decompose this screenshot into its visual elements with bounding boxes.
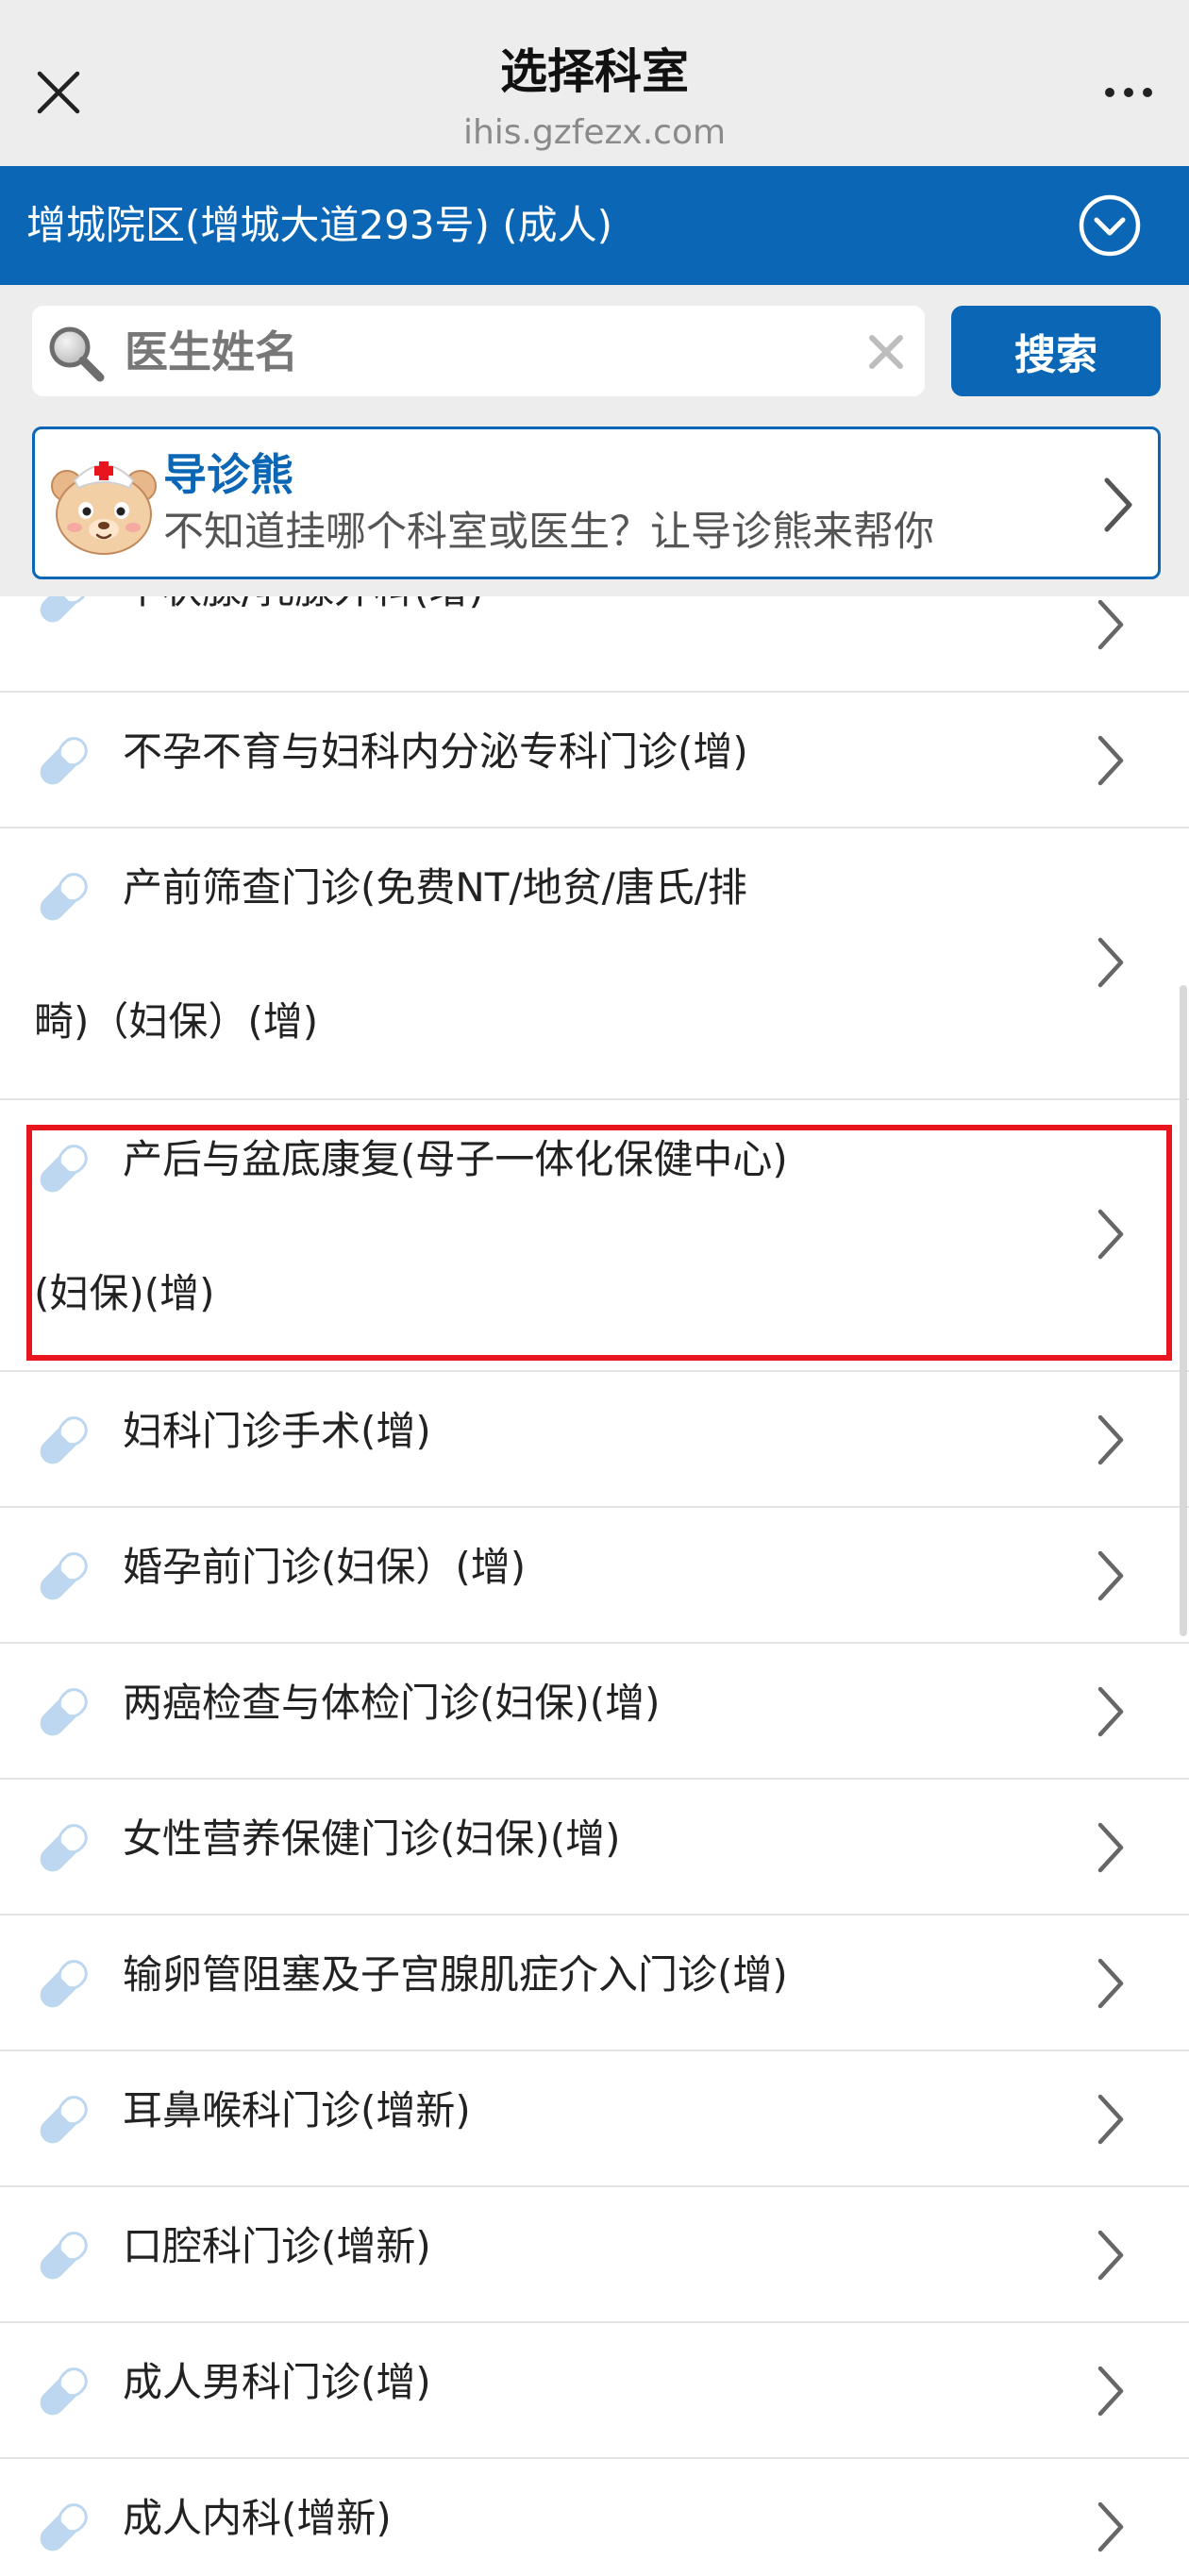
department-name: 产前筛查门诊(免费NT/地贫/唐氏/排 — [123, 864, 747, 911]
chevron-right-icon — [1104, 477, 1132, 532]
guide-title: 导诊熊 — [163, 449, 293, 500]
department-row[interactable]: 输卵管阻塞及子宫腺肌症介入门诊(增) — [0, 1915, 1189, 2051]
pill-icon — [40, 596, 88, 623]
chevron-right-icon — [1097, 2366, 1124, 2417]
department-row[interactable]: 女性营养保健门诊(妇保)(增) — [0, 1780, 1189, 1915]
chevron-right-icon — [1097, 599, 1124, 650]
chevron-down-circle-icon[interactable] — [1078, 193, 1142, 258]
chevron-right-icon — [1097, 1686, 1124, 1737]
department-name: 甲状腺/乳腺外科(增) — [123, 596, 484, 617]
chevron-right-icon — [1097, 735, 1124, 786]
department-name-continued: 畸)（妇保）(增) — [34, 998, 319, 1045]
chevron-right-icon — [1097, 1209, 1124, 1260]
pill-icon — [40, 1552, 88, 1600]
department-row[interactable]: 甲状腺/乳腺外科(增) — [0, 596, 1189, 693]
chevron-right-icon — [1097, 2501, 1124, 2552]
department-row[interactable]: 成人男科门诊(增) — [0, 2323, 1189, 2459]
department-name: 女性营养保健门诊(妇保)(增) — [123, 1815, 621, 1862]
department-name: 输卵管阻塞及子宫腺肌症介入门诊(增) — [123, 1951, 788, 1998]
pill-icon — [40, 873, 88, 921]
pill-icon — [40, 1688, 88, 1736]
search-icon — [49, 326, 105, 382]
department-name: 妇科门诊手术(增) — [123, 1408, 431, 1454]
pill-icon — [40, 2232, 88, 2280]
campus-name: 增城院区(增城大道293号) (成人) — [26, 202, 613, 248]
clear-icon[interactable] — [864, 330, 908, 374]
pill-icon — [40, 1416, 88, 1464]
pill-icon — [40, 1145, 88, 1193]
department-name: 成人男科门诊(增) — [123, 2359, 431, 2405]
guide-subtitle: 不知道挂哪个科室或医生？让导诊熊来帮你 — [163, 509, 934, 556]
department-name: 耳鼻喉科门诊(增新) — [123, 2087, 471, 2133]
pill-icon — [40, 2503, 88, 2551]
search-box — [32, 306, 925, 396]
more-icon — [1143, 88, 1152, 97]
department-row[interactable]: 两癌检查与体检门诊(妇保)(增) — [0, 1644, 1189, 1780]
department-row[interactable]: 妇科门诊手术(增) — [0, 1372, 1189, 1508]
department-name: 不孕不育与妇科内分泌专科门诊(增) — [123, 728, 748, 775]
scrollbar[interactable] — [1180, 985, 1187, 1636]
search-button[interactable]: 搜索 — [951, 306, 1161, 396]
chevron-right-icon — [1097, 1822, 1124, 1873]
chevron-right-icon — [1097, 1414, 1124, 1465]
department-name: 婚孕前门诊(妇保）(增) — [123, 1544, 527, 1590]
department-name: 成人内科(增新) — [123, 2495, 392, 2541]
page-url: ihis.gzfezx.com — [462, 113, 727, 152]
chevron-right-icon — [1097, 937, 1124, 988]
chevron-right-icon — [1097, 2230, 1124, 2281]
department-name: 产后与盆底康复(母子一体化保健中心) — [123, 1136, 788, 1182]
pill-icon — [40, 737, 88, 785]
chevron-right-icon — [1097, 1958, 1124, 2009]
department-list: 甲状腺/乳腺外科(增) 不孕不育与妇科内分泌专科门诊(增) 产前筛查门诊(免费NT/… — [0, 596, 1189, 2576]
department-row[interactable]: 不孕不育与妇科内分泌专科门诊(增) — [0, 693, 1189, 828]
department-row[interactable]: 耳鼻喉科门诊(增新) — [0, 2051, 1189, 2187]
department-name: 两癌检查与体检门诊(妇保)(增) — [123, 1680, 661, 1726]
top-navigation-bar: 选择科室 ihis.gzfezx.com — [0, 0, 1189, 166]
bear-mascot-icon — [51, 461, 157, 555]
pill-icon — [40, 1824, 88, 1872]
chevron-right-icon — [1097, 2094, 1124, 2145]
title-block: 选择科室 ihis.gzfezx.com — [0, 34, 1189, 157]
campus-selector[interactable]: 增城院区(增城大道293号) (成人) — [0, 166, 1189, 285]
chevron-right-icon — [1097, 1550, 1124, 1601]
pill-icon — [40, 2096, 88, 2144]
more-button[interactable] — [1089, 64, 1168, 121]
department-row[interactable]: 产后与盆底康复(母子一体化保健中心) (妇保)(增) — [0, 1100, 1189, 1372]
department-row[interactable]: 婚孕前门诊(妇保）(增) — [0, 1508, 1189, 1644]
department-row[interactable]: 口腔科门诊(增新) — [0, 2187, 1189, 2323]
search-area: 搜索 导诊熊 不知道挂哪个科室或医生？让导诊熊来帮你 — [0, 285, 1189, 596]
pill-icon — [40, 2367, 88, 2416]
department-row[interactable]: 产前筛查门诊(免费NT/地贫/唐氏/排畸)（妇保）(增) — [0, 828, 1189, 1100]
department-name-continued: (妇保)(增) — [34, 1270, 215, 1316]
page-title: 选择科室 — [500, 44, 689, 99]
guide-bear-card[interactable]: 导诊熊 不知道挂哪个科室或医生？让导诊熊来帮你 — [32, 427, 1161, 579]
department-name: 口腔科门诊(增新) — [123, 2223, 431, 2269]
more-icon — [1105, 88, 1114, 97]
doctor-name-search-input[interactable] — [123, 315, 862, 389]
more-icon — [1124, 88, 1133, 97]
pill-icon — [40, 1960, 88, 2008]
department-row[interactable]: 成人内科(增新) — [0, 2459, 1189, 2576]
